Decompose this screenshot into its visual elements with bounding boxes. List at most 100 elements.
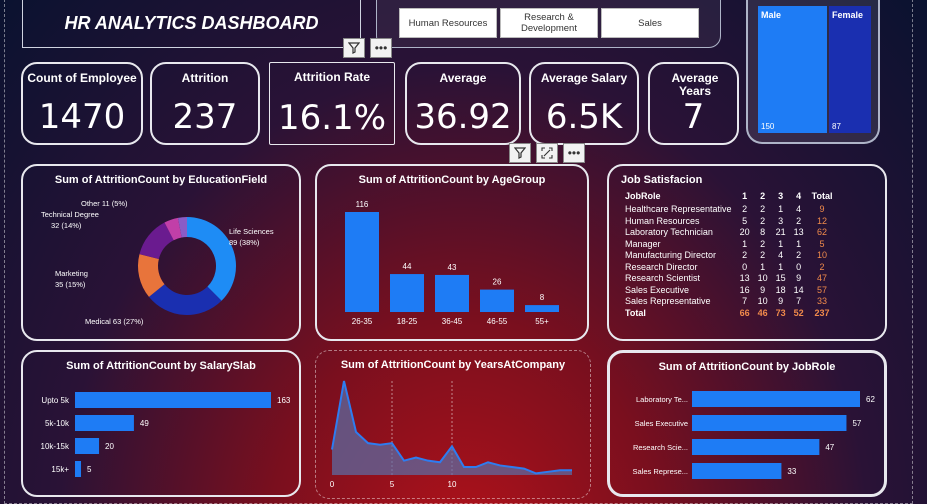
age-group-chart[interactable]: Sum of AttritionCount by AgeGroup 116 26-…	[315, 164, 589, 341]
kpi-attrition[interactable]: Attrition 237	[150, 62, 260, 145]
filter-icon[interactable]	[343, 38, 365, 58]
kpi-count-employee[interactable]: Count of Employee 1470	[21, 62, 143, 145]
table-cell: 1	[778, 238, 784, 249]
bar	[75, 392, 271, 408]
table-cell: 1	[778, 204, 784, 214]
slice-label: Life Sciences	[229, 227, 274, 236]
table-cell: Manager	[625, 238, 661, 249]
kpi-label: Average	[439, 71, 487, 85]
table-row: Laboratory Technician 20 8 21 13 62	[621, 227, 836, 239]
table-cell: 2	[760, 250, 766, 260]
table-cell: 2	[760, 238, 766, 249]
data-label: 5	[87, 465, 92, 474]
table-cell: 9	[819, 204, 825, 214]
education-field-chart[interactable]: Sum of AttritionCount by EducationField …	[21, 164, 301, 341]
table-cell: 9	[796, 273, 802, 283]
donut-chart: Life Sciences 89 (38%) Medical 63 (27%) Mar…	[41, 199, 274, 326]
column-header[interactable]: Total	[808, 190, 837, 204]
slicer-button-rd[interactable]: Research & Development	[500, 8, 598, 38]
more-options-icon[interactable]: •••	[370, 38, 392, 58]
tick-label: 15k+	[51, 465, 69, 474]
age-group-bars: 116 26-35 44 18-25 43 36-45 26 46-55 8 55+	[345, 200, 559, 326]
kpi-label: Attrition Rate	[294, 70, 370, 84]
tick-label: Sales Represe...	[633, 467, 688, 476]
tick-label: Sales Executive	[635, 419, 688, 428]
table-row: Healthcare Representative 2 2 1 4 9	[621, 204, 836, 216]
table-cell: 1	[742, 238, 748, 249]
data-label: 62	[866, 395, 875, 404]
gender-label-male: Male	[761, 10, 782, 20]
table-cell: 2	[760, 204, 766, 214]
column-header[interactable]: 1	[736, 190, 754, 204]
table-row: Research Director 0 1 1 0 2	[621, 262, 836, 274]
slice-label: 32 (14%)	[51, 221, 82, 230]
slice-label: Marketing	[55, 269, 88, 278]
table-cell: Human Resources	[625, 215, 700, 226]
table-cell: 237	[814, 307, 830, 318]
bar	[692, 439, 820, 455]
gender-tile-female[interactable]: Female 87	[829, 6, 871, 133]
table-cell: Healthcare Representative	[625, 204, 732, 214]
data-label: 8	[540, 293, 545, 302]
kpi-average-salary[interactable]: Average Salary 6.5K	[529, 62, 639, 145]
gender-card: Male 150 Female 87	[746, 0, 880, 144]
slicer-button-hr[interactable]: Human Resources	[399, 8, 497, 38]
table-cell: 7	[796, 296, 802, 306]
table-cell: 1	[778, 261, 784, 272]
chart-title: Sum of AttritionCount by SalarySlab	[66, 360, 256, 372]
column-header[interactable]: JobRole	[621, 190, 736, 204]
column-header[interactable]: 3	[772, 190, 790, 204]
table-cell: 5	[819, 238, 825, 249]
filter-icon[interactable]	[509, 143, 531, 163]
column-header[interactable]: 2	[754, 190, 772, 204]
table-cell: Total	[625, 307, 646, 318]
slicer-button-sales[interactable]: Sales	[601, 8, 699, 38]
table-cell: 46	[757, 307, 768, 318]
bar	[390, 274, 424, 312]
table-cell: 16	[739, 284, 750, 295]
job-satisfaction-table[interactable]: Job Satisfacion JobRole 1 2 3 4 Total Healthc…	[607, 164, 887, 341]
more-options-icon[interactable]: •••	[563, 143, 585, 163]
table-title: Job Satisfacion	[621, 174, 703, 186]
dashboard-title: HR ANALYTICS DASHBOARD	[22, 0, 361, 48]
salary-slab-chart[interactable]: Sum of AttritionCount by SalarySlab Upto…	[21, 350, 301, 497]
chart-title: Sum of AttritionCount by YearsAtCompany	[340, 359, 566, 371]
chart-title: Sum of AttritionCount by JobRole	[658, 361, 836, 373]
tick-label: 55+	[535, 317, 549, 326]
tick-label: 0	[330, 480, 335, 489]
kpi-average-years[interactable]: Average Years 7	[648, 62, 739, 145]
tick-label: 5k-10k	[45, 419, 70, 428]
table-cell: 20	[739, 227, 750, 237]
focus-mode-icon[interactable]	[536, 143, 558, 163]
kpi-value: 36.92	[414, 97, 512, 137]
bar	[692, 391, 860, 407]
years-at-company-chart[interactable]: Sum of AttritionCount by YearsAtCompany …	[315, 350, 591, 499]
salary-slab-bars: Upto 5k 163 5k-10k 49 10k-15k 20 15k+ 5	[41, 392, 291, 477]
table-row: Manager 1 2 1 1 5	[621, 239, 836, 251]
area-fill	[332, 381, 572, 475]
table-cell: 4	[778, 250, 784, 260]
slice-label: Other 11 (5%)	[81, 199, 128, 208]
table-cell: 8	[760, 227, 766, 237]
kpi-value: 1470	[38, 97, 126, 137]
column-header[interactable]: 4	[790, 190, 808, 204]
data-label: 163	[277, 396, 291, 405]
data-label: 57	[852, 419, 861, 428]
tick-label: 36-45	[442, 317, 463, 326]
table-cell: 2	[760, 215, 766, 226]
bar	[480, 289, 514, 312]
table-cell: 66	[739, 307, 750, 318]
slice-label: 35 (15%)	[55, 280, 86, 289]
table-row: Sales Representative 7 10 9 7 33	[621, 296, 836, 308]
job-role-chart[interactable]: Sum of AttritionCount by JobRole Laborat…	[607, 350, 887, 497]
table-cell: 14	[793, 284, 804, 295]
bar	[75, 415, 134, 431]
gender-tile-male[interactable]: Male 150	[758, 6, 827, 133]
table-cell: Research Scientist	[625, 273, 701, 283]
kpi-attrition-rate[interactable]: Attrition Rate 16.1%	[269, 62, 395, 145]
kpi-average-age[interactable]: Average 36.92	[405, 62, 521, 145]
slice-label: 89 (38%)	[229, 238, 260, 247]
kpi-label: Average Years	[671, 71, 719, 98]
table-cell: 57	[817, 284, 828, 295]
table-cell: 0	[796, 261, 802, 272]
